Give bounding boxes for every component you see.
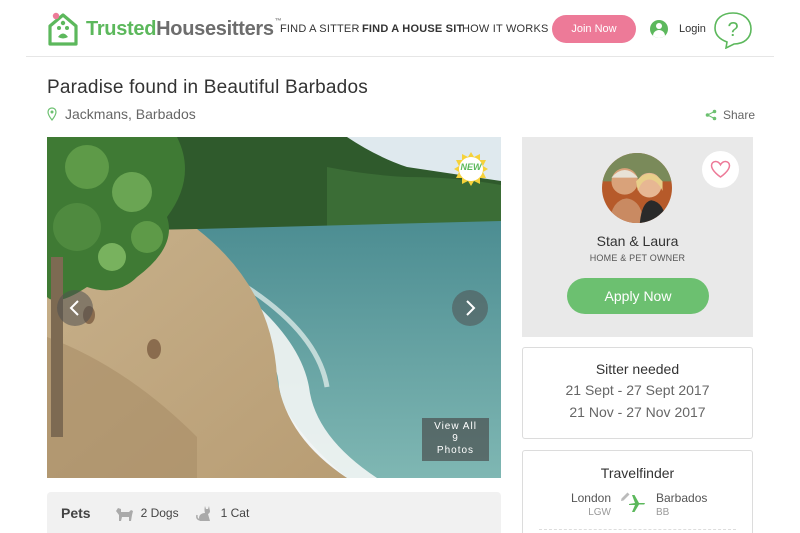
view-all-photos-button[interactable]: View All 9 Photos — [422, 418, 489, 461]
login-label: Login — [679, 23, 706, 35]
travelfinder-title: Travelfinder — [600, 465, 675, 481]
owner-photo-image — [602, 153, 672, 223]
photo-count: 9 — [452, 433, 459, 444]
travel-destination: Barbados BB — [656, 491, 736, 518]
dog-icon — [115, 507, 133, 521]
owner-card: Stan & Laura HOME & PET OWNER Apply Now — [522, 137, 753, 337]
user-icon — [650, 20, 668, 38]
sitter-needed-title: Sitter needed — [595, 361, 680, 377]
listing-location: Jackmans, Barbados — [47, 106, 196, 122]
help-button[interactable]: ? — [713, 11, 753, 50]
nav-find-a-house-sit[interactable]: FIND A HOUSE SIT — [362, 23, 463, 35]
favourite-button[interactable] — [702, 151, 739, 188]
cat-icon — [195, 505, 210, 521]
svg-text:?: ? — [727, 19, 738, 41]
travelfinder-card: Travelfinder London LGW Barbados BB — [522, 450, 753, 533]
listing-photo-carousel[interactable]: NEW View All 9 Photos — [47, 137, 501, 478]
nav-find-a-sitter[interactable]: FIND A SITTER — [280, 23, 360, 35]
listing-title: Paradise found in Beautiful Barbados — [47, 77, 368, 98]
heart-icon — [710, 160, 731, 178]
previous-photo-button[interactable] — [57, 290, 93, 326]
destination-airport-code: BB — [656, 507, 670, 518]
share-icon — [705, 109, 717, 121]
site-header: TrustedHousesitters™ FIND A SITTER FIND … — [0, 0, 800, 58]
date-range: 21 Sept - 27 Sept 2017 — [565, 382, 710, 398]
date-range: 21 Nov - 27 Nov 2017 — [569, 404, 706, 420]
pets-heading: Pets — [61, 504, 91, 521]
share-button[interactable]: Share — [705, 108, 755, 122]
next-photo-button[interactable] — [452, 290, 488, 326]
chevron-left-icon — [69, 300, 79, 316]
pet-dogs-count: 2 Dogs — [140, 505, 179, 520]
destination-city: Barbados — [656, 491, 708, 505]
nav-how-it-works[interactable]: HOW IT WORKS — [462, 23, 549, 35]
travel-origin: London LGW — [553, 491, 633, 518]
sitter-needed-card: Sitter needed 21 Sept - 27 Sept 2017 21 … — [522, 347, 753, 439]
pet-dogs: 2 Dogs — [113, 504, 179, 522]
site-logo[interactable]: TrustedHousesitters™ — [46, 10, 282, 48]
owner-avatar[interactable] — [600, 151, 674, 225]
header-divider — [26, 56, 774, 57]
login-link[interactable]: Login — [650, 19, 706, 39]
plane-icon — [629, 495, 645, 512]
pets-summary: Pets 2 Dogs 1 Cat — [47, 492, 501, 533]
pet-cats: 1 Cat — [193, 504, 250, 522]
chevron-right-icon — [466, 300, 476, 316]
location-text: Jackmans, Barbados — [65, 106, 196, 122]
origin-city: London — [570, 491, 611, 505]
apply-now-button[interactable]: Apply Now — [567, 278, 709, 314]
photos-label: Photos — [436, 445, 475, 456]
share-label: Share — [723, 108, 756, 122]
logo-house-icon — [48, 12, 78, 46]
owner-role: HOME & PET OWNER — [589, 253, 686, 263]
origin-airport-code: LGW — [588, 507, 611, 518]
location-pin-icon — [47, 107, 57, 121]
new-badge-label: NEW — [460, 162, 482, 172]
view-all-label: View All — [434, 421, 477, 432]
owner-name: Stan & Laura — [596, 233, 679, 249]
new-listing-badge: NEW — [453, 151, 489, 187]
pet-cats-count: 1 Cat — [220, 505, 250, 520]
travelfinder-divider — [539, 529, 736, 530]
help-speech-bubble-icon: ? — [714, 12, 752, 50]
join-now-button[interactable]: Join Now — [552, 15, 636, 43]
logo-wordmark: TrustedHousesitters™ — [86, 17, 282, 40]
